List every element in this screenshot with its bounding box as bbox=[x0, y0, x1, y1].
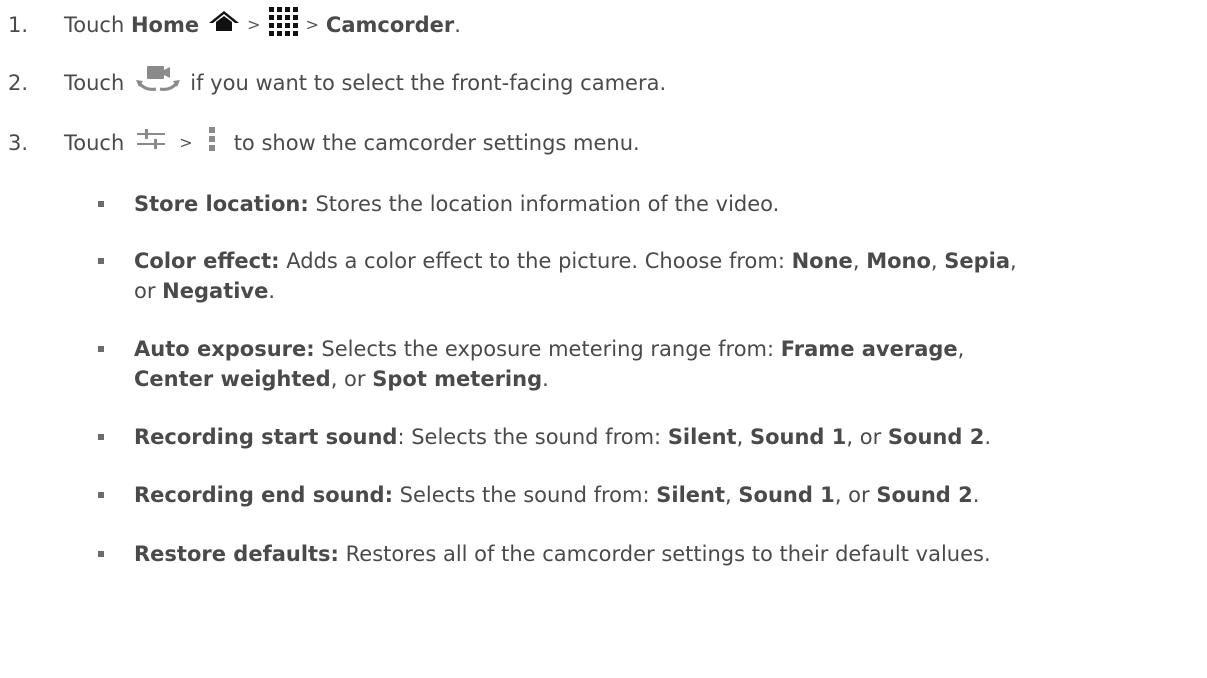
step-description: if you want to select the front-facing c… bbox=[190, 71, 667, 95]
separator: > bbox=[247, 15, 261, 34]
overflow-menu-icon bbox=[208, 126, 216, 160]
comma-or: , or bbox=[330, 367, 366, 391]
home-icon bbox=[208, 10, 240, 40]
step-description: to show the camcorder settings menu. bbox=[233, 131, 640, 155]
setting-description: Selects the exposure metering range from… bbox=[321, 337, 775, 361]
option-none: None bbox=[791, 249, 853, 273]
comma-or: , or bbox=[846, 425, 882, 449]
setting-text: Recording end sound: Selects the sound f… bbox=[134, 480, 1194, 510]
setting-text: Store location: Stores the location info… bbox=[134, 189, 1194, 219]
touch-text: Touch bbox=[64, 13, 125, 37]
setting-description: Adds a color effect to the picture. Choo… bbox=[286, 249, 785, 273]
setting-name: Recording end sound: bbox=[134, 483, 393, 507]
option-mono: Mono bbox=[866, 249, 931, 273]
comma: , bbox=[930, 249, 938, 273]
or-text: or bbox=[134, 279, 156, 303]
step-text: Touch Home > > Camcorder . bbox=[64, 6, 461, 40]
comma: , bbox=[852, 249, 860, 273]
period: . bbox=[972, 483, 980, 507]
setting-text: Restore defaults: Restores all of the ca… bbox=[134, 539, 1194, 569]
setting-name: Restore defaults: bbox=[134, 542, 339, 566]
setting-description: Selects the sound from: bbox=[411, 425, 662, 449]
step-number: 2. bbox=[8, 71, 29, 95]
setting-name: Auto exposure: bbox=[134, 337, 315, 361]
step-number: 3. bbox=[8, 131, 29, 155]
comma: , bbox=[736, 425, 744, 449]
bullet-marker bbox=[98, 551, 104, 557]
period: . bbox=[454, 13, 461, 37]
period: . bbox=[268, 279, 276, 303]
camcorder-label: Camcorder bbox=[325, 13, 455, 37]
setting-text: Color effect: Adds a color effect to the… bbox=[134, 246, 1194, 306]
option-sepia: Sepia bbox=[944, 249, 1011, 273]
setting-description: Stores the location information of the v… bbox=[315, 192, 780, 216]
comma-or: , or bbox=[834, 483, 870, 507]
apps-grid-icon bbox=[268, 6, 299, 45]
period: . bbox=[984, 425, 992, 449]
setting-text: Recording start sound: Selects the sound… bbox=[134, 422, 1194, 452]
separator: > bbox=[305, 15, 319, 34]
bullet-marker bbox=[98, 258, 104, 264]
setting-description: Restores all of the camcorder settings t… bbox=[345, 542, 991, 566]
setting-text: Auto exposure: Selects the exposure mete… bbox=[134, 334, 1194, 394]
option-spot-metering: Spot metering bbox=[372, 367, 543, 391]
touch-text: Touch bbox=[64, 131, 125, 155]
separator: > bbox=[179, 133, 193, 152]
bullet-marker bbox=[98, 434, 104, 440]
bullet-marker bbox=[98, 201, 104, 207]
option-negative: Negative bbox=[162, 279, 269, 303]
bullet-marker bbox=[98, 492, 104, 498]
instruction-document: 1. Touch Home > > Camcorder . 2. Touch i… bbox=[0, 0, 1207, 678]
option-sound-1: Sound 1 bbox=[738, 483, 835, 507]
comma: , bbox=[725, 483, 732, 507]
option-center-weighted: Center weighted bbox=[134, 367, 331, 391]
option-sound-1: Sound 1 bbox=[749, 425, 847, 449]
comma: , bbox=[1010, 249, 1017, 273]
settings-sliders-icon bbox=[136, 127, 166, 159]
step-text: Touch > to show the camcorder settings m… bbox=[64, 126, 640, 160]
option-sound-2: Sound 2 bbox=[887, 425, 985, 449]
setting-name: Store location: bbox=[134, 192, 309, 216]
switch-camera-icon bbox=[134, 64, 182, 102]
period: . bbox=[542, 367, 549, 391]
touch-text: Touch bbox=[64, 71, 125, 95]
comma: , bbox=[957, 337, 965, 361]
setting-name: Recording start sound bbox=[134, 425, 398, 449]
setting-name: Color effect: bbox=[134, 249, 280, 273]
bullet-marker bbox=[98, 346, 104, 352]
option-frame-average: Frame average bbox=[780, 337, 958, 361]
setting-description: Selects the sound from: bbox=[399, 483, 650, 507]
step-text: Touch if you want to select the front-fa… bbox=[64, 66, 667, 98]
colon: : bbox=[397, 425, 405, 449]
home-label: Home bbox=[130, 13, 200, 37]
option-silent: Silent bbox=[667, 425, 737, 449]
option-sound-2: Sound 2 bbox=[876, 483, 973, 507]
step-number: 1. bbox=[8, 13, 29, 37]
option-silent: Silent bbox=[656, 483, 726, 507]
